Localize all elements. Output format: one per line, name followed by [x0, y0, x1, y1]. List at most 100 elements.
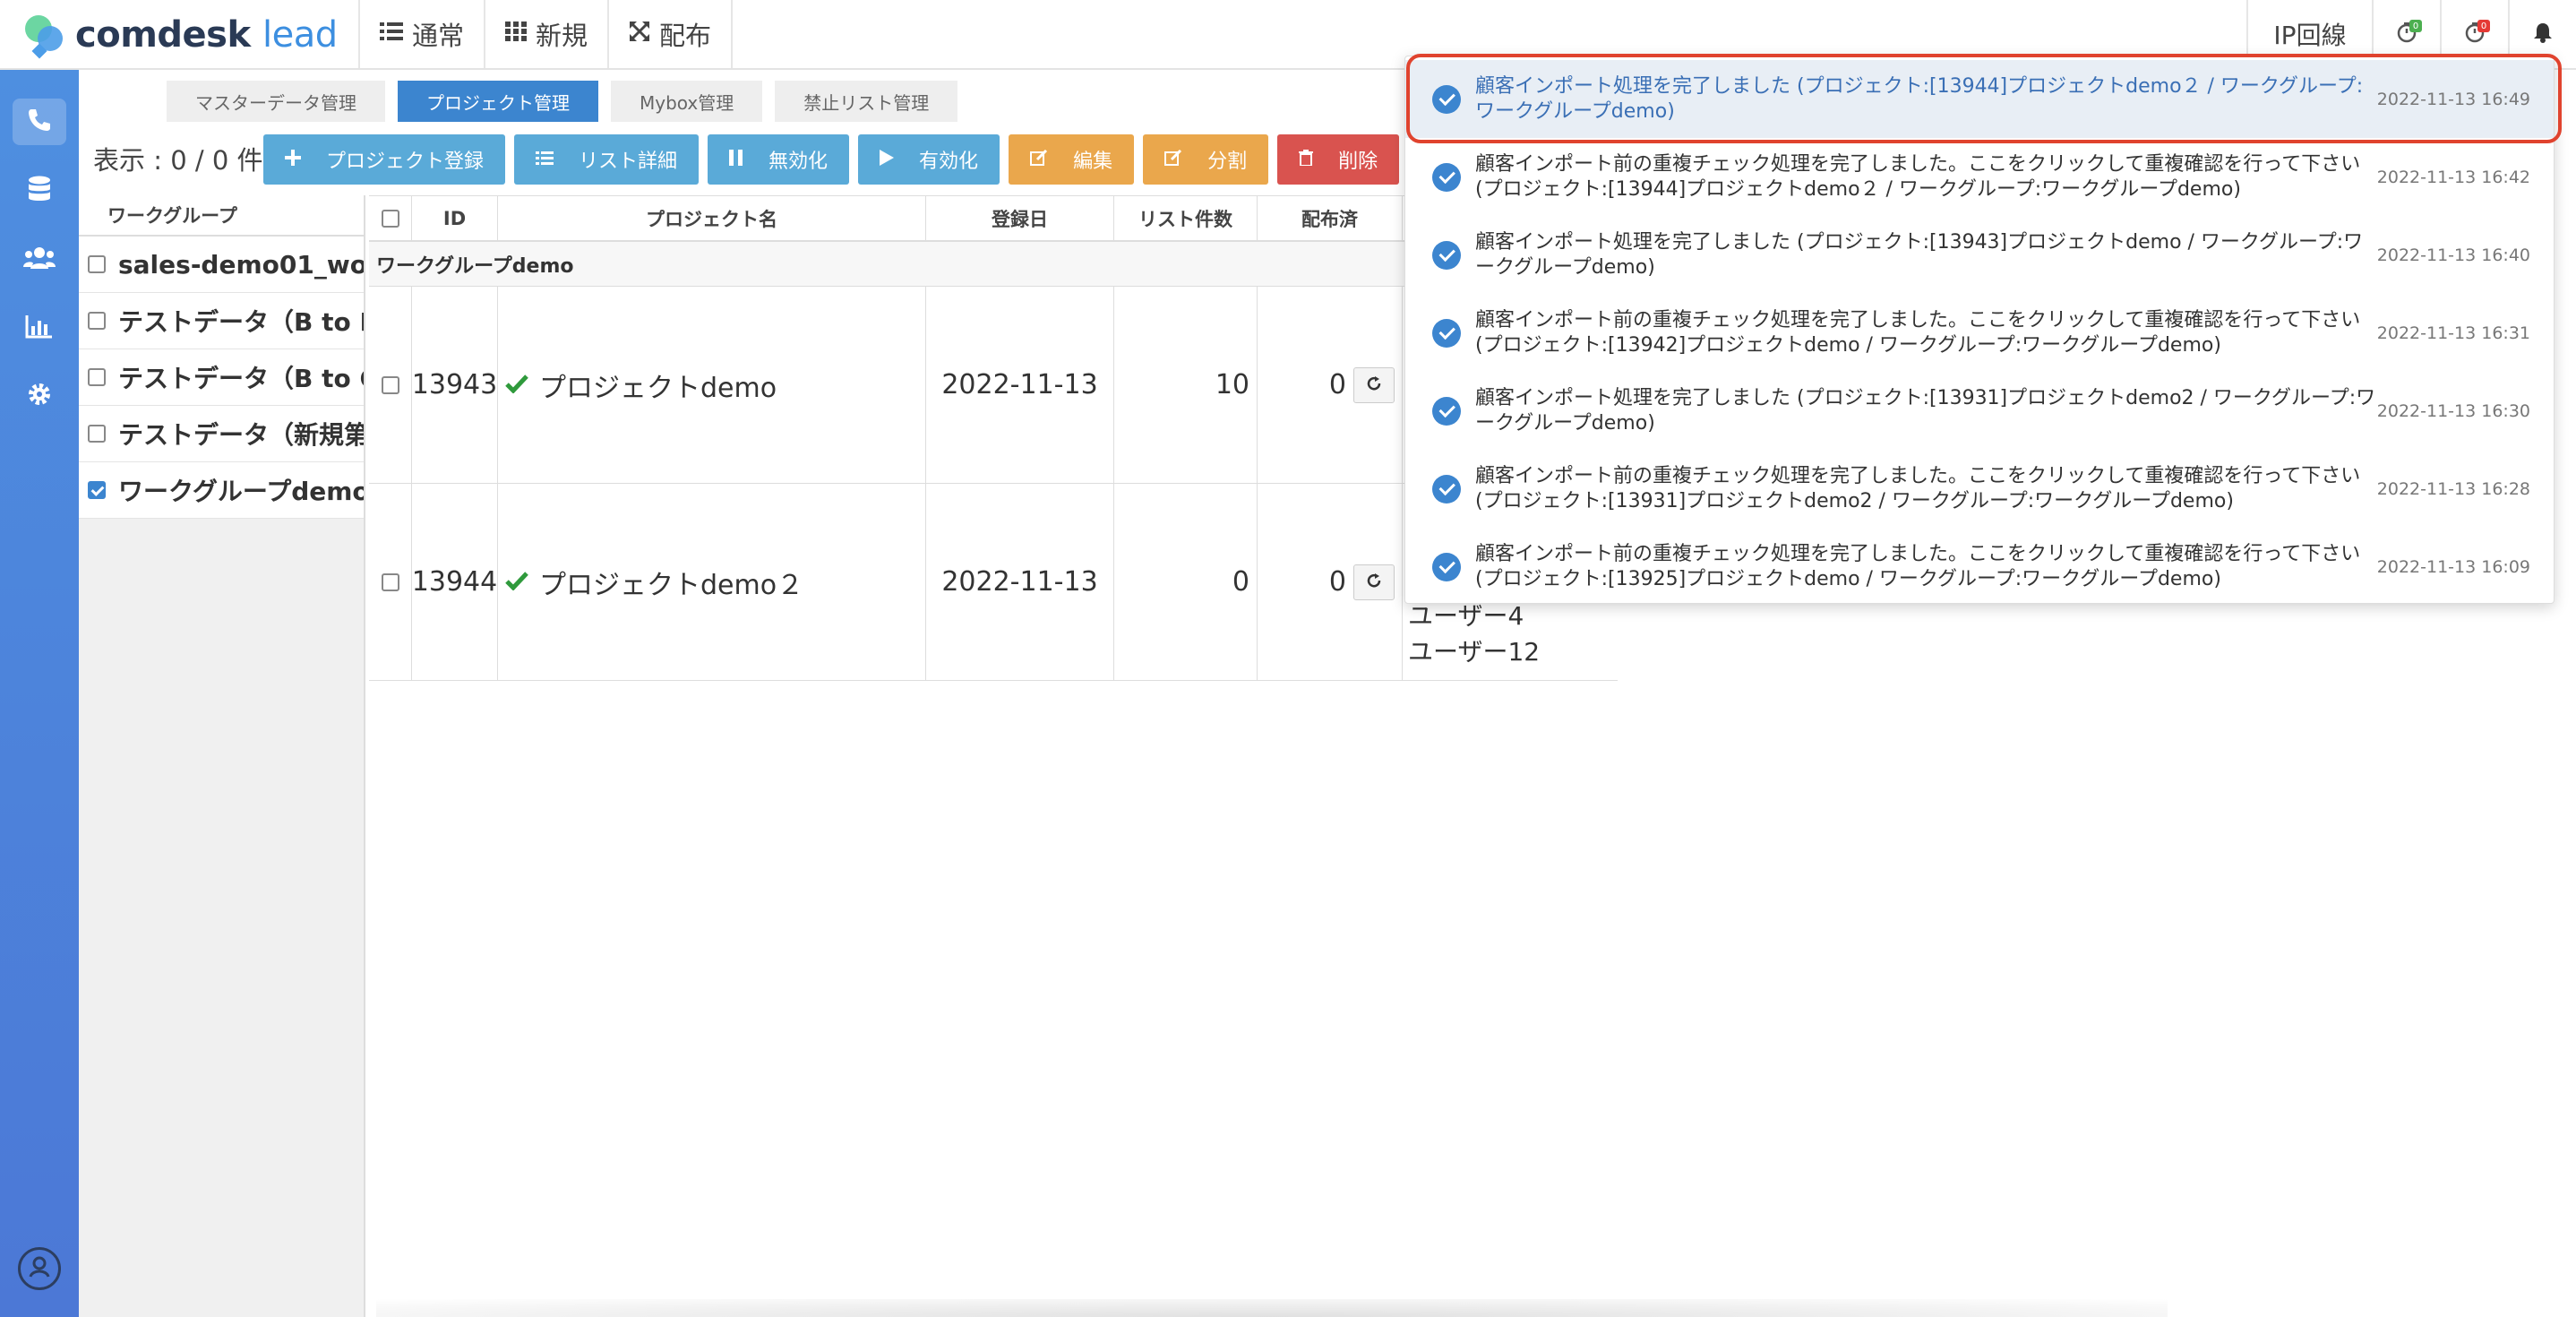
list-icon — [380, 21, 403, 47]
check-circle-icon — [1432, 396, 1461, 426]
cell-project-name: プロジェクトdemo２ — [539, 569, 804, 601]
header-id[interactable]: ID — [412, 196, 498, 240]
left-sidebar — [0, 70, 79, 1317]
header-project-name[interactable]: プロジェクト名 — [498, 196, 926, 240]
user-name: ユーザー12 — [1408, 637, 1541, 667]
tab-mybox[interactable]: Mybox管理 — [611, 81, 763, 122]
check-circle-icon — [1432, 552, 1461, 581]
check-icon — [505, 566, 528, 598]
cell-list-count: 0 — [1114, 484, 1258, 680]
workgroup-checkbox[interactable] — [88, 481, 106, 499]
notification-item[interactable]: 顧客インポート処理を完了しました (プロジェクト:[13944]プロジェクトde… — [1405, 60, 2554, 138]
play-icon — [880, 149, 895, 170]
cell-register-date: 2022-11-13 — [926, 484, 1114, 680]
plus-icon — [285, 149, 301, 170]
check-circle-icon — [1432, 474, 1461, 504]
workgroup-header: ワークグループ — [79, 195, 364, 237]
refresh-button[interactable] — [1353, 366, 1395, 403]
notification-dropdown: 顧客インポート処理を完了しました (プロジェクト:[13944]プロジェクトde… — [1404, 56, 2555, 604]
delete-button[interactable]: 削除 — [1277, 134, 1400, 185]
edit-icon — [1030, 149, 1048, 170]
notification-item[interactable]: 顧客インポート処理を完了しました (プロジェクト:[13931]プロジェクトde… — [1405, 372, 2554, 450]
tab-master-data[interactable]: マスターデータ管理 — [167, 81, 385, 122]
workgroup-checkbox[interactable] — [88, 425, 106, 443]
grid-icon — [505, 21, 528, 47]
notification-item[interactable]: 顧客インポート前の重複チェック処理を完了しました。ここをクリックして重複確認を行… — [1405, 528, 2554, 606]
users-icon — [23, 245, 56, 274]
select-all-checkbox[interactable] — [381, 209, 399, 228]
header-list-count[interactable]: リスト件数 — [1114, 196, 1258, 240]
sidebar-item-phone[interactable] — [13, 99, 66, 145]
tab-blocklist[interactable]: 禁止リスト管理 — [775, 81, 958, 122]
workgroup-checkbox[interactable] — [88, 312, 106, 330]
timer-badge-1: 0 — [2409, 20, 2422, 32]
header-register-date[interactable]: 登録日 — [926, 196, 1114, 240]
bottom-shadow — [376, 1299, 2168, 1317]
refresh-icon — [1366, 572, 1382, 593]
assigned-users: ユーザー4 ユーザー12 — [1408, 598, 1540, 670]
bar-chart-icon — [25, 314, 54, 342]
expand-icon — [629, 21, 650, 48]
pause-icon — [729, 149, 743, 170]
notification-item[interactable]: 顧客インポート前の重複チェック処理を完了しました。ここをクリックして重複確認を行… — [1405, 450, 2554, 528]
sub-tabs: マスターデータ管理 プロジェクト管理 Mybox管理 禁止リスト管理 — [167, 81, 958, 122]
refresh-icon — [1366, 374, 1382, 396]
check-circle-icon — [1432, 318, 1461, 348]
user-circle-icon — [26, 1253, 53, 1284]
row-checkbox[interactable] — [381, 375, 399, 394]
bell-icon — [2533, 20, 2553, 49]
logo-text: comdesk lead — [75, 14, 338, 56]
edit-button[interactable]: 編集 — [1009, 134, 1135, 185]
cell-id: 13944 — [412, 484, 498, 680]
cell-distributed: 0 — [1328, 369, 1346, 400]
workgroup-panel: ワークグループ sales-demo01_workg テストデータ（B to I… — [79, 195, 365, 1317]
cell-register-date: 2022-11-13 — [926, 287, 1114, 483]
nav-distribute[interactable]: 配布 — [607, 0, 734, 68]
notification-item[interactable]: 顧客インポート処理を完了しました (プロジェクト:[13943]プロジェクトde… — [1405, 216, 2554, 294]
sidebar-item-settings[interactable] — [13, 373, 66, 419]
check-circle-icon — [1432, 84, 1461, 114]
sidebar-item-database[interactable] — [13, 168, 66, 215]
timer-badge-2: 0 — [2477, 20, 2490, 32]
app-logo[interactable]: comdesk lead — [20, 11, 338, 59]
logo-mark-icon — [20, 12, 66, 59]
edit-icon — [1164, 149, 1182, 170]
refresh-button[interactable] — [1353, 564, 1395, 600]
notification-item[interactable]: 顧客インポート前の重複チェック処理を完了しました。ここをクリックして重複確認を行… — [1405, 138, 2554, 216]
list-icon — [536, 149, 554, 170]
cell-id: 13943 — [412, 287, 498, 483]
account-button[interactable] — [18, 1247, 61, 1290]
enable-button[interactable]: 有効化 — [858, 134, 1000, 185]
workgroup-checkbox[interactable] — [88, 255, 106, 273]
cell-project-name: プロジェクトdemo — [539, 372, 777, 404]
top-nav: 通常 新規 配布 — [358, 0, 734, 68]
register-project-button[interactable]: プロジェクト登録 — [263, 134, 506, 185]
split-button[interactable]: 分割 — [1143, 134, 1269, 185]
check-circle-icon — [1432, 162, 1461, 192]
workgroup-item[interactable]: テストデータ（B to C — [79, 349, 364, 406]
sidebar-item-reports[interactable] — [13, 305, 66, 351]
row-checkbox[interactable] — [381, 572, 399, 591]
workgroup-checkbox[interactable] — [88, 368, 106, 386]
header-distributed[interactable]: 配布済 — [1258, 196, 1403, 240]
sidebar-item-users[interactable] — [13, 237, 66, 283]
workgroup-item[interactable]: テストデータ（B to I — [79, 293, 364, 349]
workgroup-item[interactable]: sales-demo01_workg — [79, 237, 364, 293]
phone-icon — [26, 107, 53, 137]
list-detail-button[interactable]: リスト詳細 — [514, 134, 700, 185]
database-icon — [27, 176, 52, 208]
check-icon — [505, 369, 528, 400]
gear-icon — [26, 381, 53, 411]
check-circle-icon — [1432, 240, 1461, 270]
cell-distributed: 0 — [1328, 566, 1346, 598]
tab-project-management[interactable]: プロジェクト管理 — [398, 81, 598, 122]
notification-item[interactable]: 顧客インポート前の重複チェック処理を完了しました。ここをクリックして重複確認を行… — [1405, 294, 2554, 372]
record-count: 表示 : 0 / 0 件 — [93, 145, 263, 176]
nav-normal[interactable]: 通常 — [358, 0, 484, 68]
workgroup-item[interactable]: ワークグループdemo — [79, 462, 364, 519]
nav-new[interactable]: 新規 — [484, 0, 607, 68]
action-toolbar: プロジェクト登録 リスト詳細 無効化 有効化 編集 分割 削除 — [263, 134, 1400, 185]
workgroup-item[interactable]: テストデータ（新規第 — [79, 406, 364, 462]
trash-icon — [1299, 149, 1314, 170]
disable-button[interactable]: 無効化 — [708, 134, 850, 185]
